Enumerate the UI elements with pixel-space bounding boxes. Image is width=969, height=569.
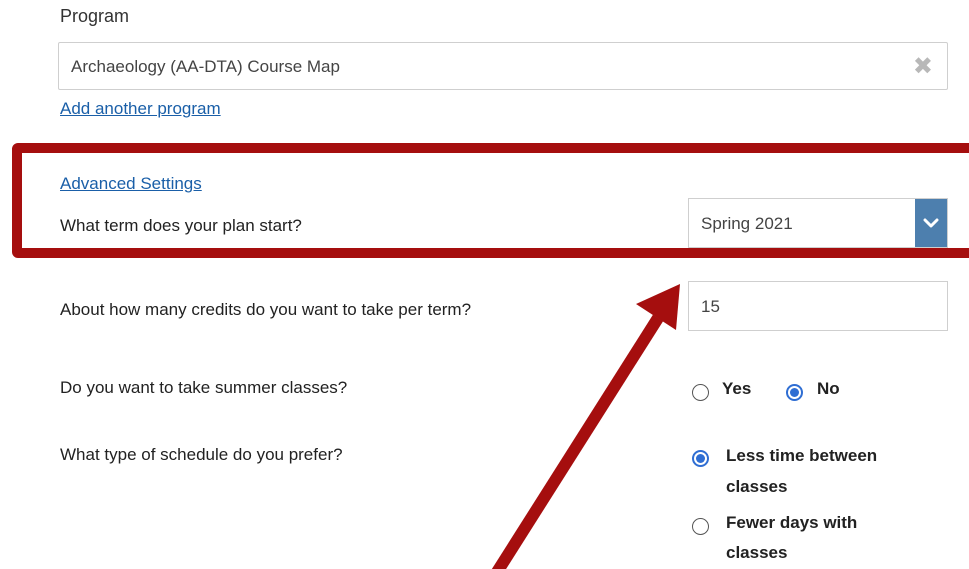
schedule-fewer-days-label-line2[interactable]: classes <box>726 538 787 567</box>
summer-question: Do you want to take summer classes? <box>60 378 348 397</box>
program-label: Program <box>60 6 130 26</box>
chevron-down-icon[interactable] <box>915 199 947 247</box>
schedule-less-time-radio[interactable] <box>692 450 709 467</box>
schedule-fewer-days-radio[interactable] <box>692 518 709 535</box>
summer-no-radio[interactable] <box>786 384 803 401</box>
program-value: Archaeology (AA-DTA) Course Map <box>71 57 340 76</box>
schedule-question: What type of schedule do you prefer? <box>60 445 343 464</box>
term-selected-value: Spring 2021 <box>701 214 793 233</box>
term-select[interactable]: Spring 2021 <box>688 198 948 248</box>
term-question: What term does your plan start? <box>60 216 302 235</box>
credits-value: 15 <box>701 297 720 316</box>
credits-input[interactable]: 15 <box>688 281 948 331</box>
summer-no-label[interactable]: No <box>817 374 840 403</box>
credits-question: About how many credits do you want to ta… <box>60 300 472 319</box>
clear-x-icon[interactable]: ✖ <box>913 52 933 81</box>
advanced-settings-link[interactable]: Advanced Settings <box>60 174 202 194</box>
summer-yes-label[interactable]: Yes <box>722 374 751 403</box>
schedule-less-time-label-line2[interactable]: classes <box>726 472 787 501</box>
plan-settings-form: Program Archaeology (AA-DTA) Course Map … <box>0 0 969 569</box>
program-field[interactable]: Archaeology (AA-DTA) Course Map ✖ <box>58 42 948 90</box>
add-another-program-link[interactable]: Add another program <box>60 99 221 119</box>
schedule-less-time-label-line1[interactable]: Less time between <box>726 441 877 470</box>
summer-yes-radio[interactable] <box>692 384 709 401</box>
schedule-fewer-days-label-line1[interactable]: Fewer days with <box>726 508 857 537</box>
